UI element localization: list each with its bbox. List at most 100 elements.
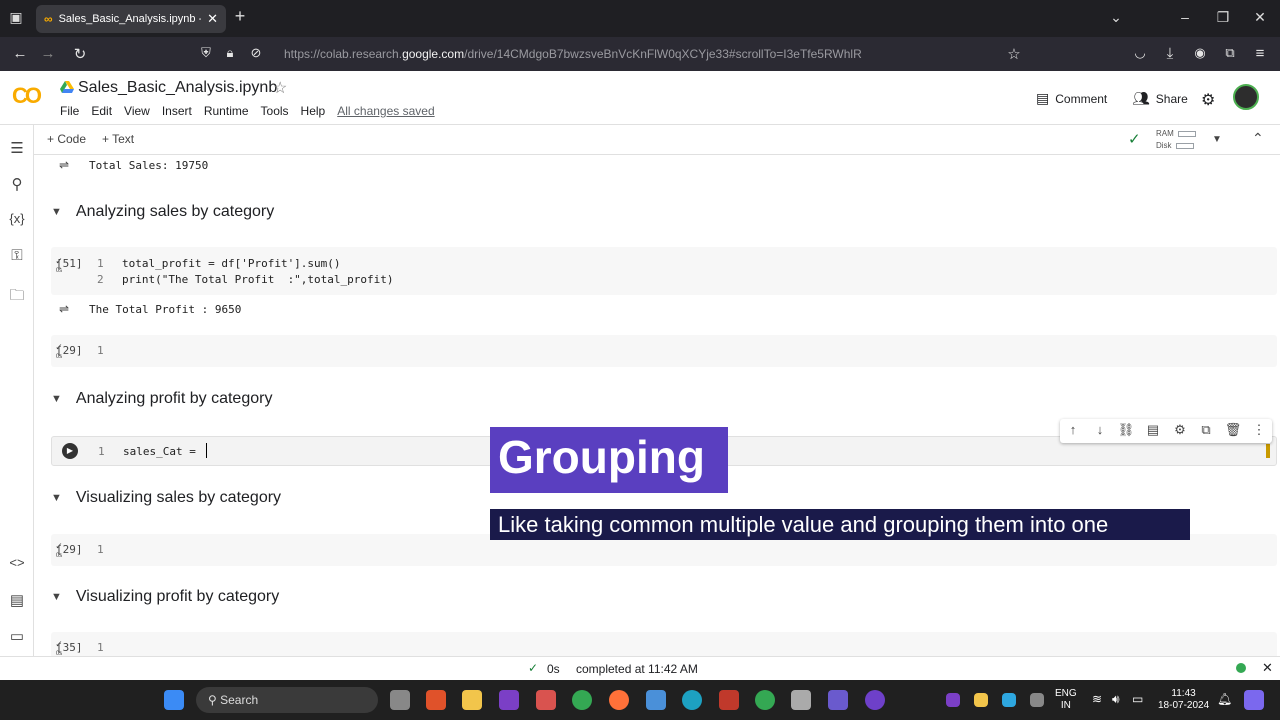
chevron-down-icon[interactable]: ▼ (51, 492, 62, 504)
menu-insert[interactable]: Insert (162, 104, 192, 118)
volume-icon[interactable]: 🔊︎ (1112, 692, 1120, 707)
code-cell[interactable]: ✓ 0s [51] 1 2 total_profit = df['Profit'… (51, 247, 1277, 295)
link-icon[interactable]: ⛓ (1117, 422, 1135, 438)
taskbar-search[interactable]: ⚲ Search (196, 687, 378, 713)
battery-icon[interactable]: ▭ (1132, 692, 1143, 706)
run-cell-button[interactable]: ▶ (62, 443, 78, 459)
language-indicator[interactable]: ENG IN (1055, 688, 1077, 712)
notebook-title[interactable]: Sales_Basic_Analysis.ipynb (78, 79, 277, 97)
resource-monitor[interactable]: RAM Disk (1156, 128, 1196, 152)
pocket-icon[interactable]: ◡ (1130, 45, 1150, 61)
forward-icon[interactable]: → (38, 45, 58, 62)
tray-onenote-icon[interactable] (946, 693, 960, 707)
delete-icon[interactable]: 🗑︎ (1224, 422, 1242, 438)
permissions-icon[interactable]: ⊘ (246, 45, 266, 61)
chrome-icon[interactable] (755, 690, 775, 710)
windows-start-icon[interactable] (164, 690, 184, 710)
menu-edit[interactable]: Edit (91, 104, 112, 118)
account-icon[interactable]: ◉ (1190, 45, 1210, 61)
section-heading[interactable]: ▼ Visualizing sales by category (51, 489, 281, 507)
wifi-icon[interactable]: ≋ (1092, 692, 1102, 706)
add-code-button[interactable]: + Code (47, 132, 86, 146)
code-snippets-icon[interactable]: <> (7, 555, 27, 570)
task-view-icon[interactable] (390, 690, 410, 710)
chevron-down-icon[interactable]: ▼ (51, 206, 62, 218)
output-icon[interactable]: ⇌ (59, 302, 69, 316)
chevron-down-icon[interactable]: ⌄ (1106, 9, 1126, 26)
app-icon[interactable] (719, 690, 739, 710)
saved-status[interactable]: All changes saved (337, 104, 434, 118)
close-window-icon[interactable]: ✕ (1250, 9, 1270, 26)
extensions-icon[interactable]: ⧉ (1220, 45, 1240, 61)
menu-runtime[interactable]: Runtime (204, 104, 249, 118)
clock[interactable]: 11:43 18-07-2024 (1158, 688, 1209, 712)
move-down-icon[interactable]: ↓ (1091, 422, 1109, 437)
collapse-header-icon[interactable]: ⌃ (1252, 130, 1264, 147)
app-icon[interactable] (536, 690, 556, 710)
cell-settings-gear-icon[interactable]: ⚙ (1171, 422, 1189, 438)
code-line[interactable]: print("The Total Profit :",total_profit) (122, 273, 394, 286)
menu-icon[interactable]: ≡ (1250, 45, 1270, 62)
browser-tab[interactable]: ∞ Sales_Basic_Analysis.ipynb - Col ✕ (36, 5, 226, 33)
chevron-down-icon[interactable]: ▼ (51, 393, 62, 405)
terminal-icon[interactable]: ▭ (7, 627, 27, 645)
search-icon[interactable]: ⚲ (7, 175, 27, 193)
tray-app-icon[interactable] (974, 693, 988, 707)
tray-app-icon[interactable] (1002, 693, 1016, 707)
command-palette-icon[interactable]: ▤ (7, 591, 27, 609)
app-icon[interactable] (828, 690, 848, 710)
copilot-icon[interactable] (1244, 690, 1264, 710)
lock-icon[interactable]: 🔒︎ (220, 45, 240, 61)
shield-icon[interactable]: ⛨ (196, 45, 216, 61)
code-line[interactable]: total_profit = df['Profit'].sum() (122, 257, 341, 270)
new-tab-icon[interactable]: + (230, 6, 250, 27)
back-icon[interactable]: ← (10, 45, 30, 62)
code-cell[interactable]: ✓ 0s [35] 1 (51, 632, 1277, 656)
github-icon[interactable] (865, 690, 885, 710)
notification-bell-icon[interactable]: 🔔︎ (1217, 692, 1232, 706)
copy-cell-icon[interactable]: ⧉ (1197, 422, 1215, 438)
bookmark-star-icon[interactable]: ☆ (1004, 45, 1024, 63)
chrome-icon[interactable] (572, 690, 592, 710)
menu-help[interactable]: Help (301, 104, 326, 118)
move-up-icon[interactable]: ↑ (1064, 422, 1082, 437)
brave-icon[interactable] (426, 690, 446, 710)
minimize-icon[interactable]: – (1175, 9, 1195, 25)
colab-logo[interactable]: CO (12, 83, 42, 109)
menu-file[interactable]: File (60, 104, 79, 118)
star-icon[interactable]: ☆ (273, 78, 287, 98)
chevron-down-icon[interactable]: ▼ (51, 591, 62, 603)
close-status-icon[interactable]: ✕ (1262, 660, 1273, 676)
section-heading[interactable]: ▼ Analyzing profit by category (51, 390, 272, 408)
share-button[interactable]: 👥︎ Share (1132, 90, 1188, 107)
secrets-key-icon[interactable]: ⚿ (7, 247, 27, 264)
notepad-icon[interactable] (646, 690, 666, 710)
download-icon[interactable]: ⤓ (1160, 45, 1180, 62)
close-tab-icon[interactable]: ✕ (207, 11, 218, 27)
file-explorer-icon[interactable] (462, 690, 482, 710)
avatar[interactable] (1233, 84, 1259, 110)
runtime-dropdown-icon[interactable]: ▼ (1212, 134, 1222, 145)
comment-cell-icon[interactable]: ▤ (1144, 422, 1162, 438)
code-line[interactable]: sales_Cat = (123, 445, 202, 458)
tab-list-icon[interactable]: ▣ (6, 9, 26, 26)
section-heading[interactable]: ▼ Visualizing profit by category (51, 588, 279, 606)
table-of-contents-icon[interactable]: ☰ (7, 139, 27, 157)
connected-check-icon[interactable]: ✓ (1128, 130, 1141, 148)
reload-icon[interactable]: ↻ (70, 45, 90, 63)
files-folder-icon[interactable]: 🗀 (7, 285, 27, 310)
microphone-icon[interactable] (1030, 693, 1044, 707)
more-options-icon[interactable]: ⋮ (1250, 422, 1268, 438)
menu-tools[interactable]: Tools (261, 104, 289, 118)
onenote-icon[interactable] (499, 690, 519, 710)
address-bar[interactable]: https://colab.research.google.com/drive/… (284, 47, 862, 61)
add-text-button[interactable]: + Text (102, 132, 134, 146)
settings-gear-icon[interactable]: ⚙ (1201, 90, 1215, 110)
firefox-icon[interactable] (609, 690, 629, 710)
section-heading[interactable]: ▼ Analyzing sales by category (51, 203, 274, 221)
comment-button[interactable]: ▤ Comment (1036, 90, 1107, 107)
snipping-tool-icon[interactable] (791, 690, 811, 710)
edge-icon[interactable] (682, 690, 702, 710)
variables-icon[interactable]: {x} (7, 211, 27, 226)
output-icon[interactable]: ⇌ (59, 158, 69, 172)
